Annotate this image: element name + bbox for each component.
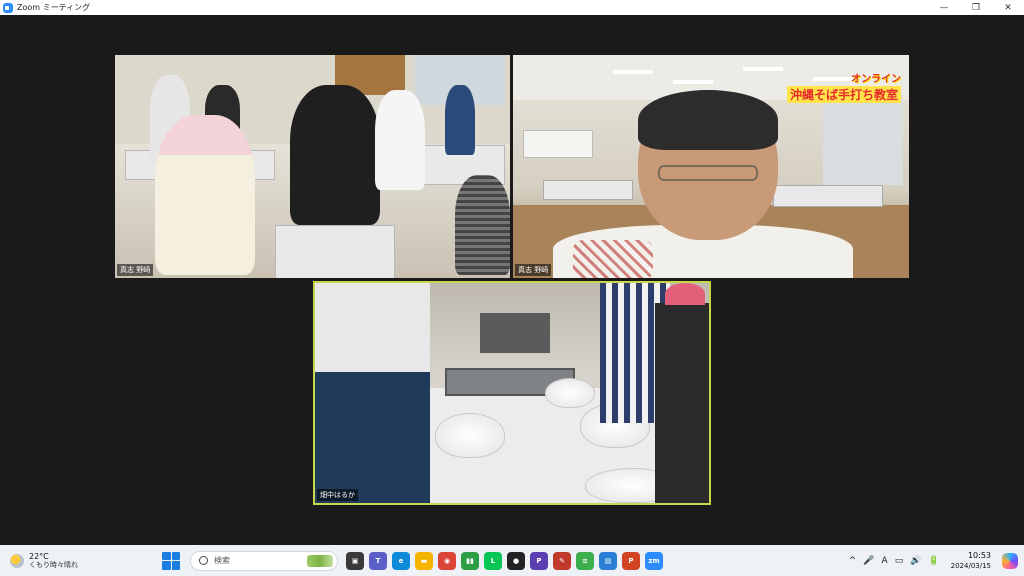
weather-widget[interactable]: 22°C くもり時々晴れ (10, 552, 150, 570)
copilot-icon[interactable] (1002, 552, 1018, 569)
participant-name: 真志 野崎 (515, 264, 552, 276)
partly-cloudy-icon (10, 553, 24, 568)
paint-icon[interactable]: ✎ (553, 551, 571, 570)
participant-name: 畑中はるか (317, 489, 358, 501)
weather-temperature: 22°C (29, 551, 49, 561)
zoom-app-icon (3, 2, 13, 13)
search-icon (199, 556, 208, 565)
notepad-icon[interactable]: ▤ (599, 551, 617, 570)
task-view-icon[interactable]: ▣ (346, 551, 364, 570)
volume-icon[interactable]: 🔊 (910, 556, 921, 566)
line-icon[interactable]: L (484, 551, 502, 570)
video-feed-instructor: オンライン 沖縄そば手打ち教室 (513, 55, 909, 278)
app-dark-icon[interactable]: ● (507, 551, 525, 570)
battery-icon[interactable]: 🔋 (928, 556, 939, 566)
window-controls: — ❐ ✕ (928, 0, 1024, 15)
show-hidden-icons-icon[interactable]: ^ (849, 556, 857, 566)
clock-time: 10:53 (967, 550, 991, 560)
video-tile-3-active-speaker[interactable]: 畑中はるか (313, 281, 711, 505)
zoom-icon[interactable]: zm (645, 551, 663, 570)
clock-date: 2024/03/15 (950, 561, 991, 570)
powerpoint-icon[interactable]: P (622, 551, 640, 570)
taskbar-apps: ▣ Te ▬ ◉ ▮▮ L ● P ✎ ≡ ▤ Pzm (346, 551, 663, 570)
video-feed-classroom (115, 55, 510, 278)
close-button[interactable]: ✕ (992, 0, 1024, 15)
teams-icon[interactable]: T (369, 551, 387, 570)
start-button[interactable] (162, 551, 180, 570)
minimize-button[interactable]: — (928, 0, 960, 15)
restore-button[interactable]: ❐ (960, 0, 992, 15)
windows-taskbar: 22°C くもり時々晴れ 検索 ▣ Te ▬ ◉ ▮▮ L ● P ✎ ≡ ▤ Pzm ^ 🎤 A ▭… (0, 545, 1024, 576)
system-tray: ^ 🎤 A ▭ 🔊 🔋 10:53 2024/03/15 (849, 551, 1018, 571)
video-tile-2[interactable]: オンライン 沖縄そば手打ち教室 真志 野崎 (513, 55, 909, 278)
caption-line-2: 沖縄そば手打ち教室 (786, 86, 901, 103)
caption-line-1: オンライン (851, 74, 901, 85)
clock[interactable]: 10:53 2024/03/15 (951, 551, 991, 571)
ime-indicator[interactable]: A (882, 556, 888, 566)
microphone-icon[interactable]: 🎤 (863, 556, 874, 566)
app-purple-icon[interactable]: P (530, 551, 548, 570)
search-placeholder: 検索 (214, 556, 230, 565)
taskbar-search-box[interactable]: 検索 (190, 550, 338, 571)
chrome-icon[interactable]: ◉ (438, 551, 456, 570)
weather-condition: くもり時々晴れ (29, 560, 78, 569)
meeting-gallery: 真志 野崎 オンライン 沖縄そば手打ち教室 真志 野崎 畑中はるか (0, 15, 1024, 545)
video-feed-kitchen (315, 283, 709, 503)
participant-name: 真志 野崎 (117, 264, 154, 276)
window-title: Zoom ミーティング (17, 3, 91, 12)
file-explorer-icon[interactable]: ▬ (415, 551, 433, 570)
video-tile-1[interactable]: 真志 野崎 (115, 55, 510, 278)
video-overlay-caption: オンライン 沖縄そば手打ち教室 (786, 70, 901, 103)
app-green-icon[interactable]: ▮▮ (461, 551, 479, 570)
window-titlebar: Zoom ミーティング — ❐ ✕ (0, 0, 1024, 15)
edge-icon[interactable]: e (392, 551, 410, 570)
search-highlight-image (307, 554, 333, 567)
app-stack-icon[interactable]: ≡ (576, 551, 594, 570)
network-icon[interactable]: ▭ (895, 556, 904, 566)
